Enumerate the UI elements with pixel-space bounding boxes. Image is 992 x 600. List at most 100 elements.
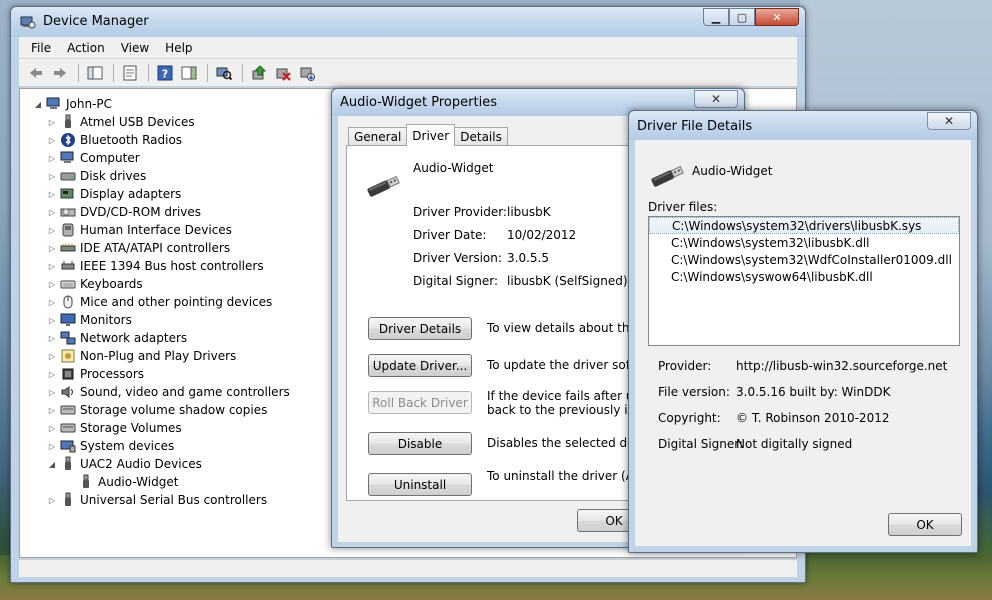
tree-category[interactable]: ▷ Display adapters [46, 185, 290, 203]
tree-category[interactable]: ▷ IEEE 1394 Bus host controllers [46, 257, 290, 275]
menu-action[interactable]: Action [59, 41, 113, 55]
collapse-icon[interactable]: ◢ [46, 460, 58, 469]
tree-category[interactable]: ▷ IDE ATA/ATAPI controllers [46, 239, 290, 257]
non-pnp-icon [61, 349, 75, 363]
properties-close-button[interactable]: ✕ [694, 90, 738, 108]
svg-text:?: ? [162, 67, 168, 80]
expand-icon[interactable]: ▷ [46, 406, 58, 415]
expand-icon[interactable]: ▷ [46, 118, 58, 127]
menu-file[interactable]: File [23, 41, 59, 55]
disable-button[interactable]: Disable [368, 432, 472, 455]
scan-hardware-icon [216, 67, 232, 80]
update-driver-icon [252, 64, 267, 79]
expand-icon[interactable]: ▷ [46, 424, 58, 433]
driver-provider-label: Driver Provider: [413, 205, 507, 219]
tree-category[interactable]: ▷ Keyboards [46, 275, 290, 293]
tree-category[interactable]: ▷ Computer [46, 149, 290, 167]
device-manager-titlebar[interactable]: Device Manager ▁ ▢ ✕ [11, 7, 805, 37]
expand-icon[interactable]: ▷ [46, 244, 58, 253]
uninstall-button[interactable]: Uninstall [368, 473, 472, 496]
tab-details[interactable]: Details [454, 127, 508, 146]
forward-button[interactable] [49, 63, 71, 83]
tree-category-label: Universal Serial Bus controllers [80, 493, 268, 507]
tree-device-item[interactable]: Audio-Widget [46, 473, 290, 491]
tab-general[interactable]: General [348, 127, 408, 146]
minimize-button[interactable]: ▁ [703, 8, 729, 26]
menu-help[interactable]: Help [157, 41, 200, 55]
expand-icon[interactable]: ▷ [46, 154, 58, 163]
tree-category[interactable]: ◢ UAC2 Audio Devices [46, 455, 290, 473]
expand-icon[interactable]: ▷ [46, 172, 58, 181]
driver-files-label: Driver files: [648, 200, 718, 214]
expand-icon[interactable]: ▷ [46, 388, 58, 397]
file-row[interactable]: C:\Windows\system32\WdfCoInstaller01009.… [649, 251, 959, 268]
file-details-ok-button[interactable]: OK [888, 513, 962, 536]
tree-category[interactable]: ▷ System devices [46, 437, 290, 455]
usb-device-icon [651, 165, 684, 187]
tree-category[interactable]: ▷ Mice and other pointing devices [46, 293, 290, 311]
close-button[interactable]: ✕ [755, 8, 799, 26]
driver-date-value: 10/02/2012 [507, 228, 577, 242]
show-hide-tree-button[interactable] [84, 63, 106, 83]
expand-icon[interactable]: ▷ [46, 370, 58, 379]
file-details-close-button[interactable]: ✕ [927, 112, 971, 130]
scan-hardware-button[interactable] [213, 63, 235, 83]
expand-icon[interactable]: ▷ [46, 136, 58, 145]
tree-category[interactable]: ▷ Non-Plug and Play Drivers [46, 347, 290, 365]
expand-icon[interactable]: ▷ [46, 298, 58, 307]
tree-category[interactable]: ▷ Atmel USB Devices [46, 113, 290, 131]
uninstall-button[interactable] [272, 63, 294, 83]
tree-category[interactable]: ▷ Storage volume shadow copies [46, 401, 290, 419]
tab-driver[interactable]: Driver [406, 124, 456, 146]
file-details-titlebar[interactable]: Driver File Details ✕ [629, 111, 977, 140]
expand-icon[interactable]: ▷ [46, 352, 58, 361]
tree-category-label: Sound, video and game controllers [80, 385, 290, 399]
file-row[interactable]: C:\Windows\syswow64\libusbK.dll [649, 268, 959, 285]
expand-icon[interactable]: ▷ [46, 316, 58, 325]
expand-icon[interactable]: ▷ [46, 280, 58, 289]
expand-icon[interactable]: ▷ [46, 442, 58, 451]
menu-view[interactable]: View [113, 41, 157, 55]
expand-icon[interactable]: ▷ [46, 208, 58, 217]
tree-category[interactable]: ▷ Universal Serial Bus controllers [46, 491, 290, 509]
file-row[interactable]: C:\Windows\system32\libusbK.dll [649, 234, 959, 251]
tree-category[interactable]: ▷ Disk drives [46, 167, 290, 185]
roll-back-driver-button[interactable]: Roll Back Driver [368, 391, 472, 414]
back-button[interactable] [25, 63, 47, 83]
usb-plug-icon [65, 492, 71, 506]
tree-category[interactable]: ▷ Bluetooth Radios [46, 131, 290, 149]
expand-icon[interactable]: ▷ [46, 496, 58, 505]
expand-icon[interactable]: ▷ [46, 190, 58, 199]
maximize-button[interactable]: ▢ [729, 8, 755, 26]
expand-icon[interactable]: ▷ [46, 262, 58, 271]
collapse-icon[interactable]: ◢ [32, 100, 44, 109]
action-pane-button[interactable] [178, 63, 200, 83]
driver-files-list[interactable]: C:\Windows\system32\drivers\libusbK.sys … [648, 216, 960, 346]
file-digital-signer-value: Not digitally signed [736, 437, 853, 451]
device-name: Audio-Widget [413, 161, 494, 175]
driver-details-button[interactable]: Driver Details [368, 317, 472, 340]
tree-category[interactable]: ▷ Human Interface Devices [46, 221, 290, 239]
processor-icon [62, 368, 74, 380]
close-icon: ✕ [710, 92, 722, 106]
tree-category[interactable]: ▷ Storage Volumes [46, 419, 290, 437]
tree-category[interactable]: ▷ Monitors [46, 311, 290, 329]
properties-button[interactable] [119, 63, 141, 83]
minimize-icon: ▁ [711, 10, 721, 24]
tree-root[interactable]: ◢ John-PC [32, 95, 112, 113]
tree-category[interactable]: ▷ Network adapters [46, 329, 290, 347]
update-driver-button[interactable] [248, 63, 270, 83]
disable-device-button[interactable] [296, 63, 318, 83]
forward-arrow-icon [54, 67, 66, 78]
hid-icon [62, 223, 74, 237]
help-button[interactable]: ? [154, 63, 176, 83]
tree-category[interactable]: ▷ DVD/CD-ROM drives [46, 203, 290, 221]
update-driver-button[interactable]: Update Driver... [368, 354, 472, 377]
tree-category[interactable]: ▷ Processors [46, 365, 290, 383]
file-row[interactable]: C:\Windows\system32\drivers\libusbK.sys [649, 217, 959, 234]
expand-icon[interactable]: ▷ [46, 226, 58, 235]
driver-file-details-dialog: Driver File Details ✕ Audio-Widget Drive… [628, 110, 978, 553]
file-version-value: 3.0.5.16 built by: WinDDK [736, 385, 891, 399]
tree-category[interactable]: ▷ Sound, video and game controllers [46, 383, 290, 401]
expand-icon[interactable]: ▷ [46, 334, 58, 343]
